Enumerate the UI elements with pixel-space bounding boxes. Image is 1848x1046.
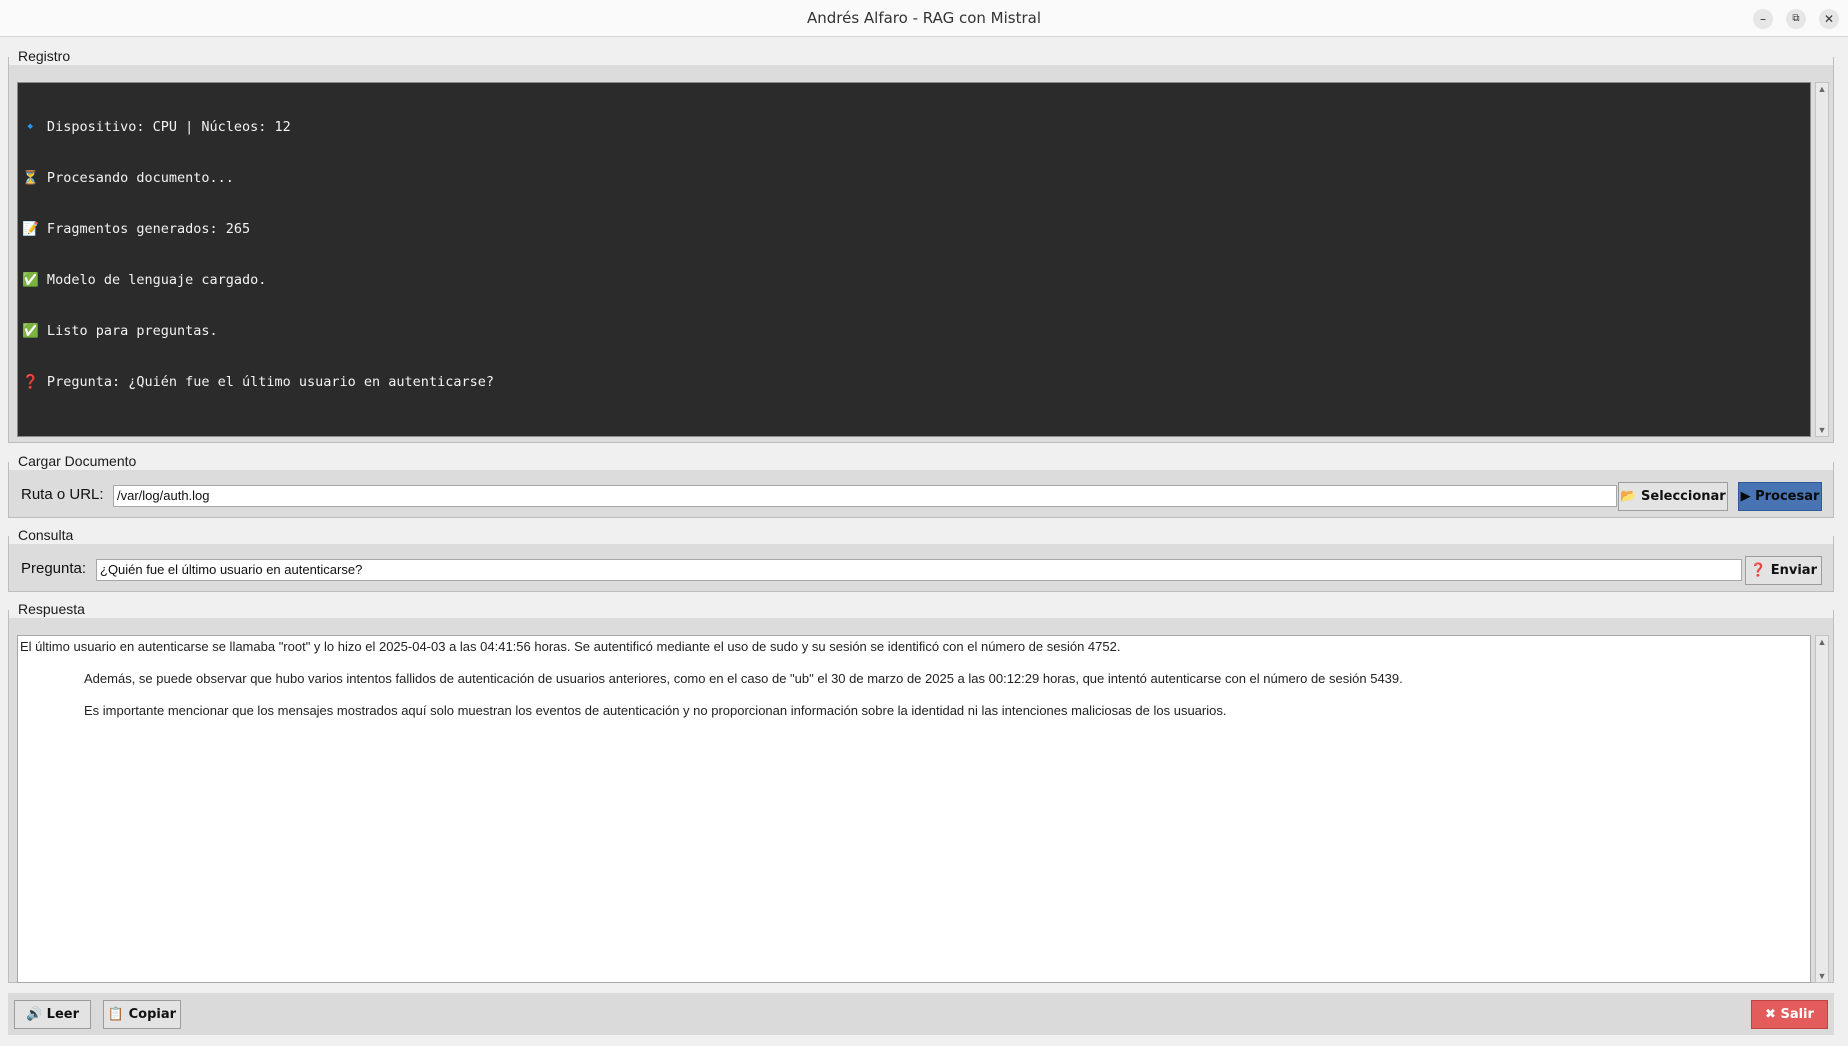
window-title: Andrés Alfaro - RAG con Mistral [806, 9, 1042, 27]
maximize-icon[interactable]: ⧉ [1786, 9, 1806, 29]
question-label: Pregunta: [21, 560, 87, 577]
read-button[interactable]: 🔊 Leer [14, 1000, 91, 1029]
cargar-legend: Cargar Documento [16, 453, 139, 470]
response-paragraph: Además, se puede observar que hubo vario… [84, 671, 1403, 686]
log-scrollbar[interactable]: ▲ ▼ [1815, 82, 1829, 437]
log-line: ✅ Listo para preguntas. [22, 323, 218, 339]
response-paragraph: Es importante mencionar que los mensajes… [84, 703, 1227, 718]
registro-legend: Registro [16, 48, 73, 65]
scroll-up-icon[interactable]: ▲ [1816, 83, 1828, 95]
copy-button[interactable]: 📋 Copiar [103, 1000, 181, 1029]
process-button[interactable]: ▶ Procesar [1738, 482, 1822, 511]
log-line: ⏳ Procesando documento... [22, 170, 234, 186]
consulta-frame: Consulta Pregunta: ¿Quién fue el último … [8, 527, 1834, 592]
title-bar: Andrés Alfaro - RAG con Mistral – ⧉ ✕ [0, 0, 1848, 37]
scroll-down-icon[interactable]: ▼ [1816, 424, 1828, 436]
log-line: ✅ Modelo de lenguaje cargado. [22, 272, 267, 288]
respuesta-frame: Respuesta El último usuario en autentica… [8, 601, 1834, 983]
response-output[interactable]: El último usuario en autenticarse se lla… [17, 635, 1811, 983]
respuesta-legend: Respuesta [16, 601, 87, 618]
path-input[interactable]: /var/log/auth.log [113, 485, 1617, 507]
response-paragraph: El último usuario en autenticarse se lla… [20, 639, 1121, 654]
consulta-legend: Consulta [16, 527, 76, 544]
send-button[interactable]: ❓ Enviar [1745, 556, 1822, 585]
log-line: 📝 Fragmentos generados: 265 [22, 221, 251, 237]
registro-frame: Registro 🔹 Dispositivo: CPU | Núcleos: 1… [8, 48, 1834, 443]
close-icon[interactable]: ✕ [1819, 9, 1839, 29]
cargar-frame: Cargar Documento Ruta o URL: /var/log/au… [8, 453, 1834, 518]
select-button[interactable]: 📂 Seleccionar [1618, 482, 1728, 511]
question-input[interactable]: ¿Quién fue el último usuario en autentic… [96, 559, 1742, 581]
minimize-icon[interactable]: – [1753, 9, 1773, 29]
scroll-down-icon[interactable]: ▼ [1816, 970, 1828, 982]
log-line: 🔹 Dispositivo: CPU | Núcleos: 12 [22, 119, 291, 135]
scroll-up-icon[interactable]: ▲ [1816, 636, 1828, 648]
path-label: Ruta o URL: [21, 486, 104, 503]
response-scrollbar[interactable]: ▲ ▼ [1815, 635, 1829, 983]
exit-button[interactable]: ✖ Salir [1751, 1000, 1828, 1029]
log-output[interactable]: 🔹 Dispositivo: CPU | Núcleos: 12 ⏳ Proce… [17, 82, 1811, 437]
log-line: ❓ Pregunta: ¿Quién fue el último usuario… [22, 374, 494, 390]
action-bar: 🔊 Leer 📋 Copiar ✖ Salir [8, 993, 1834, 1035]
